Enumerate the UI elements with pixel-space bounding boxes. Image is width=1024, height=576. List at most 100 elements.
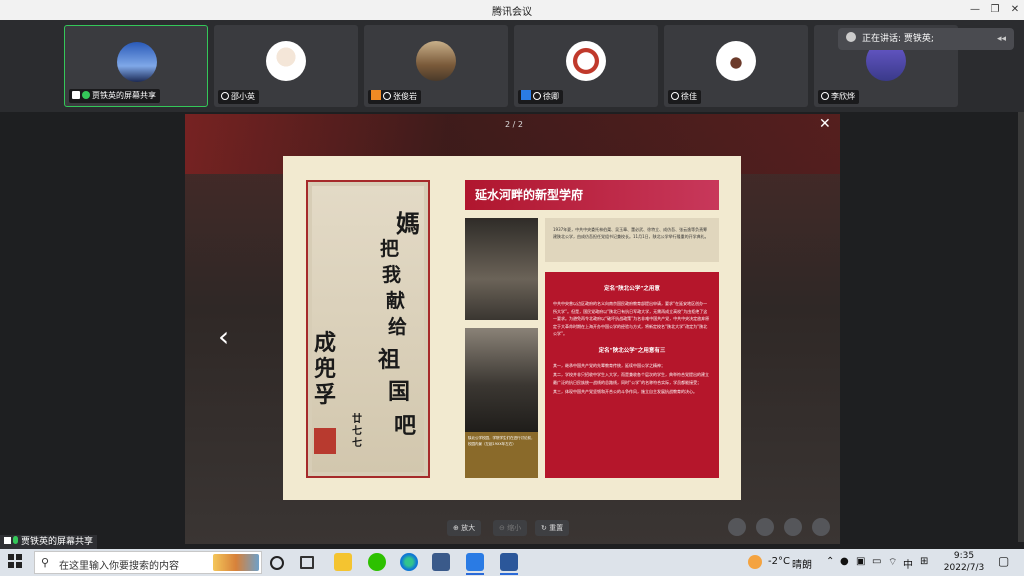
weather-text[interactable]: 晴朗 xyxy=(792,556,812,571)
taskbar-search[interactable]: ⚲ 在这里输入你要搜索的内容 xyxy=(34,551,262,574)
speaking-indicator: 正在讲话: 贾铁英; ◂◂ xyxy=(838,28,1014,50)
app-tray-icon[interactable]: ▣ xyxy=(856,556,865,567)
reset-button[interactable]: ↻ 重置 xyxy=(535,520,570,536)
image-counter: 2 / 2 xyxy=(505,120,523,129)
edge-icon[interactable] xyxy=(400,553,418,571)
letter-char: 吧 xyxy=(394,413,417,439)
ime-mode-icon[interactable]: ⊞ xyxy=(920,556,928,567)
mic-muted-icon xyxy=(533,92,541,100)
screen-share-text: 贾铁英的屏幕共享 xyxy=(21,537,94,547)
screen-share-icon xyxy=(4,537,11,544)
weather-icon[interactable] xyxy=(748,555,762,569)
participant-label: 徐佳 xyxy=(668,90,701,104)
ime-indicator[interactable]: 中 xyxy=(903,556,913,571)
user-icon xyxy=(521,90,531,100)
minimize-button[interactable]: — xyxy=(966,2,984,18)
clock-date: 2022/7/3 xyxy=(943,563,985,573)
tencent-meeting-icon[interactable] xyxy=(466,553,484,571)
slide-image: 媽 把 我 献 给 祖 国 吧 成兜孚 廿七七 延水河畔的新型学府 陕北公学校园… xyxy=(283,156,741,500)
tool-icon[interactable] xyxy=(756,518,774,536)
taskbar: ⚲ 在这里输入你要搜索的内容 -2°C 晴朗 ⌃ ● ▣ ▭ ⌔ 中 ⊞ 9:3… xyxy=(0,549,1024,576)
mic-muted-icon xyxy=(671,92,679,100)
tool-icon[interactable] xyxy=(784,518,802,536)
section-text: 中共中央曾以边区政府的名义向南京国民政府教育部提出申请，要求“在延安地区创办一所… xyxy=(553,301,710,336)
speaker-avatar xyxy=(846,32,856,42)
zoom-in-button[interactable]: ⊕ 放大 xyxy=(447,520,482,536)
search-placeholder: 在这里输入你要搜索的内容 xyxy=(59,561,179,572)
wechat-icon[interactable] xyxy=(368,553,386,571)
prev-image-icon[interactable]: ‹ xyxy=(218,320,229,353)
word-icon[interactable] xyxy=(500,553,518,571)
letter-char: 给 xyxy=(388,316,408,338)
search-icon: ⚲ xyxy=(41,556,50,569)
tool-icon[interactable] xyxy=(728,518,746,536)
wifi-icon[interactable]: ⌔ xyxy=(888,556,897,569)
reset-label: 重置 xyxy=(549,524,564,532)
participant-label: 邵小英 xyxy=(218,90,259,104)
title-bar: 腾讯会议 — ❐ ✕ xyxy=(0,0,1024,20)
restore-button[interactable]: ❐ xyxy=(986,2,1004,18)
participant-tile[interactable]: 张俊岩 xyxy=(364,25,508,107)
explanation-box: 定名“陕北公学”之用意 中共中央曾以边区政府的名义向南京国民政府教育部提出申请，… xyxy=(545,272,719,478)
active-indicator xyxy=(466,573,484,575)
scrollbar[interactable] xyxy=(1018,112,1024,542)
participant-tile[interactable]: 贾铁英的屏幕共享 xyxy=(64,25,208,107)
section-title: 定名“陕北公学”之用意有三 xyxy=(598,347,666,354)
tool-icon[interactable] xyxy=(812,518,830,536)
participant-tile[interactable]: 徐卿 xyxy=(514,25,658,107)
active-indicator xyxy=(500,573,518,575)
speaking-text: 正在讲话: 贾铁英; xyxy=(862,34,934,44)
section-title: 定名“陕北公学”之用意 xyxy=(604,286,660,292)
clock-time: 9:35 xyxy=(953,551,975,561)
zoom-in-label: 放大 xyxy=(461,524,476,532)
letter-date: 廿七七 xyxy=(352,414,362,449)
participant-name: 邵小英 xyxy=(231,92,255,101)
participant-label: 徐卿 xyxy=(518,90,563,104)
windows-start-icon[interactable] xyxy=(8,554,22,568)
participant-tile[interactable]: 徐佳 xyxy=(664,25,808,107)
participant-name: 徐卿 xyxy=(543,92,559,101)
participant-name: 张俊岩 xyxy=(393,92,417,101)
close-viewer-icon[interactable]: ✕ xyxy=(819,116,831,132)
avatar xyxy=(266,41,306,81)
search-highlight-image xyxy=(213,554,259,571)
user-icon xyxy=(371,90,381,100)
portrait-photo-1 xyxy=(465,218,538,320)
participant-label: 张俊岩 xyxy=(368,90,421,104)
letter-char: 把 xyxy=(380,238,400,260)
participant-label: 李欣烨 xyxy=(818,90,859,104)
expand-icon[interactable]: ◂◂ xyxy=(997,28,1006,50)
notification-icon[interactable]: ▢ xyxy=(998,554,1009,568)
file-explorer-icon[interactable] xyxy=(334,553,352,571)
avatar xyxy=(566,41,606,81)
mic-icon xyxy=(82,91,90,99)
screen-share-icon xyxy=(72,91,80,99)
intro-text: 1937年夏，中共中央委托林伯渠、吴玉章、董必武、徐特立、成仿吾、张云逸等负责筹… xyxy=(545,218,719,262)
seal-stamp xyxy=(314,428,336,454)
tray-chevron-icon[interactable]: ⌃ xyxy=(826,556,834,567)
participant-tile[interactable]: 邵小英 xyxy=(214,25,358,107)
close-window-button[interactable]: ✕ xyxy=(1006,2,1024,18)
section-text: 其三，体现中国共产党坚韧和开合公的斗争作风，施立自主发展抗战教育的决心。 xyxy=(553,389,697,394)
app-icon[interactable] xyxy=(432,553,450,571)
portrait-photo-2 xyxy=(465,328,538,432)
avatar xyxy=(416,41,456,81)
zoom-out-label: 缩小 xyxy=(507,524,522,532)
participant-name: 徐佳 xyxy=(681,92,697,101)
mic-icon xyxy=(13,536,18,544)
mic-tray-icon[interactable]: ● xyxy=(840,556,849,567)
mic-muted-icon xyxy=(821,92,829,100)
slide-header: 延水河畔的新型学府 xyxy=(465,180,719,210)
letter-char: 献 xyxy=(386,290,406,312)
section-text: 其一，继承中国共产党的先辈教育传统，延续中国公学之精神； xyxy=(553,362,665,368)
photo-caption: 陕北公学校园，学院学生们在进行讨论前，校园内景（左起19XX年左右） xyxy=(465,432,538,478)
weather-temp[interactable]: -2°C xyxy=(768,556,790,567)
letter-char: 祖 xyxy=(378,347,401,373)
screen-share-label: 贾铁英的屏幕共享 xyxy=(0,535,98,549)
clock[interactable]: 9:35 2022/7/3 xyxy=(940,550,988,574)
battery-icon[interactable]: ▭ xyxy=(872,556,881,567)
letter-char: 国 xyxy=(388,379,411,405)
zoom-out-button[interactable]: ⊖ 缩小 xyxy=(493,520,528,536)
task-view-icon[interactable] xyxy=(300,556,314,569)
cortana-icon[interactable] xyxy=(270,556,284,570)
